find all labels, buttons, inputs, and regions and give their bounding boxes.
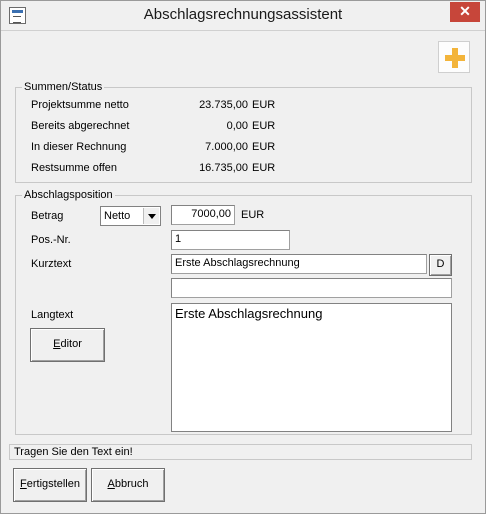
summary-label-projektsumme: Projektsumme netto xyxy=(31,99,129,111)
kurztext-d-button[interactable]: D xyxy=(429,254,452,276)
summary-label-diese-rechnung: In dieser Rechnung xyxy=(31,141,127,153)
summary-value-projektsumme: 23.735,00 xyxy=(199,99,248,111)
summary-unit: EUR xyxy=(252,141,276,153)
summary-value-diese-rechnung: 7.000,00 xyxy=(205,141,248,153)
summary-unit: EUR xyxy=(252,120,276,132)
summary-value-restsumme: 16.735,00 xyxy=(199,162,248,174)
position-group: Abschlagsposition Betrag Netto 7000,00 E… xyxy=(15,189,472,435)
close-button[interactable]: ✕ xyxy=(450,2,480,22)
summary-label-restsumme: Restsumme offen xyxy=(31,162,118,174)
betrag-unit: EUR xyxy=(241,209,265,221)
summary-group: Summen/Status Projektsumme netto 23.735,… xyxy=(15,81,472,183)
chevron-down-icon[interactable] xyxy=(143,208,159,224)
summary-label-abgerechnet: Bereits abgerechnet xyxy=(31,120,130,132)
summary-unit: EUR xyxy=(252,99,276,111)
kurztext-extra-input[interactable] xyxy=(171,278,452,298)
position-legend: Abschlagsposition xyxy=(22,189,115,201)
editor-button[interactable]: Editor xyxy=(30,328,105,362)
posnr-label: Pos.-Nr. xyxy=(31,234,71,246)
betrag-label: Betrag xyxy=(31,210,64,222)
betrag-type-select[interactable]: Netto xyxy=(100,206,161,226)
langtext-textarea[interactable]: Erste Abschlagsrechnung xyxy=(171,303,452,432)
finish-button[interactable]: Fertigstellen xyxy=(13,468,87,502)
cancel-button-mnemonic: A xyxy=(107,478,115,490)
add-button[interactable] xyxy=(438,41,470,73)
betrag-input[interactable]: 7000,00 xyxy=(171,205,235,225)
summary-unit: EUR xyxy=(252,162,276,174)
cancel-button-label: bbruch xyxy=(114,478,149,490)
summary-value-abgerechnet: 0,00 xyxy=(226,120,248,132)
summary-legend: Summen/Status xyxy=(22,81,105,93)
finish-button-mnemonic: F xyxy=(20,478,27,490)
title-bar: Abschlagsrechnungsassistent ✕ xyxy=(1,1,485,31)
cancel-button[interactable]: Abbruch xyxy=(91,468,165,502)
window-title: Abschlagsrechnungsassistent xyxy=(143,6,343,23)
dialog-window: Abschlagsrechnungsassistent ✕ Summen/Sta… xyxy=(0,0,486,514)
betrag-type-value: Netto xyxy=(104,210,131,222)
langtext-label: Langtext xyxy=(31,309,74,321)
posnr-input[interactable]: 1 xyxy=(171,230,290,250)
kurztext-label: Kurztext xyxy=(31,258,72,270)
kurztext-input[interactable]: Erste Abschlagsrechnung xyxy=(171,254,427,274)
editor-button-label: ditor xyxy=(60,338,82,350)
status-bar: Tragen Sie den Text ein! xyxy=(9,444,472,460)
finish-button-label: ertigstellen xyxy=(26,478,80,490)
